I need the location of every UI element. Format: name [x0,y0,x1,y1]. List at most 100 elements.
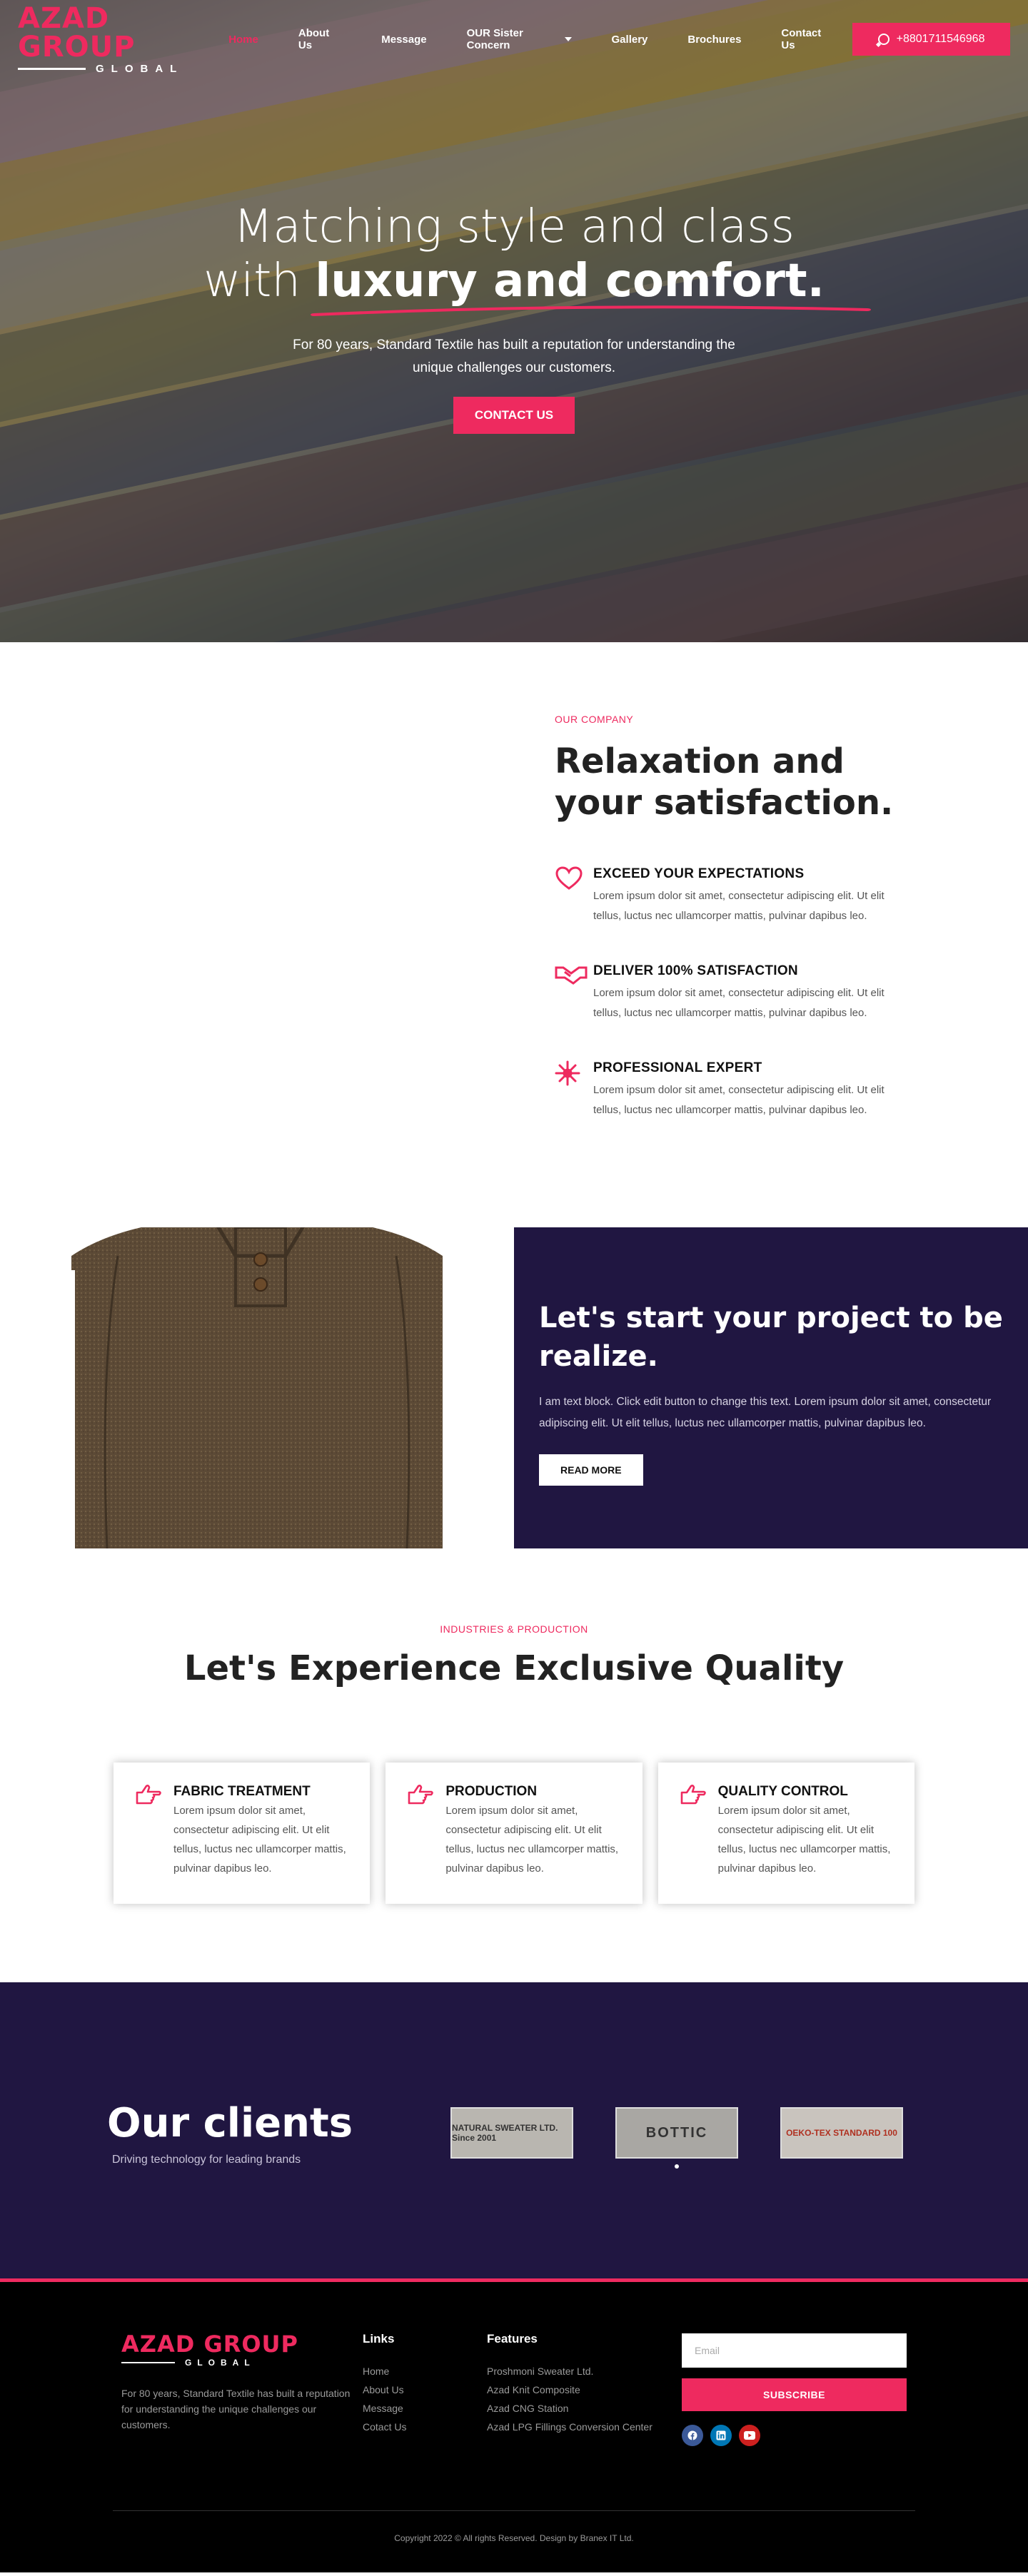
feature-item: DELIVER 100% SATISFACTION Lorem ipsum do… [555,963,926,1023]
sweater-image [71,1227,443,1548]
social-links [682,2425,760,2446]
footer-logo-subline: GLOBAL [121,2358,298,2368]
quality-card: FABRIC TREATMENT Lorem ipsum dolor sit a… [114,1763,371,1904]
feature-title: PROFESSIONAL EXPERT [593,1060,762,1075]
feature-text: Lorem ipsum dolor sit amet, consectetur … [593,987,885,1019]
hero-headline: Matching style and class with luxury and… [0,200,1028,316]
nav-gallery[interactable]: Gallery [592,34,668,46]
footer-logo-subtext: GLOBAL [185,2358,256,2368]
hand-point-right-icon [135,1784,163,1904]
read-more-button[interactable]: READ MORE [539,1454,643,1486]
email-field[interactable] [682,2333,907,2368]
logo-text: AZAD GROUP [18,1,136,64]
project-title: Let's start your project to be realize. [539,1302,1003,1373]
hero-line-2-prefix: with [203,255,301,308]
hero-section: AZAD GROUP GLOBAL Home About Us Message … [0,0,1028,642]
heart-icon [555,866,583,926]
client-logo[interactable]: NATURAL SWEATER LTD. Since 2001 [450,2107,573,2159]
hero-line-2: with luxury and comfort. [0,254,1028,316]
company-section: OUR COMPANY Relaxation and your satisfac… [0,642,1028,1227]
hero-highlight: luxury and comfort. [311,254,872,316]
feature-title: EXCEED YOUR EXPECTATIONS [593,866,805,881]
quality-section: INDUSTRIES & PRODUCTION Let's Experience… [0,1548,1028,1982]
project-text: I am text block. Click edit button to ch… [539,1396,992,1429]
facebook-icon[interactable] [682,2425,703,2446]
quality-title: Let's Experience Exclusive Quality [183,1648,845,1688]
client-logo[interactable]: OEKO-TEX STANDARD 100 [780,2107,903,2159]
footer-link-home[interactable]: Home [363,2362,406,2380]
phone-button[interactable]: +8801711546968 [852,23,1010,56]
client-logo[interactable]: BOTTIC [615,2107,738,2159]
footer-logo[interactable]: AZAD GROUP GLOBAL [121,2332,298,2368]
youtube-icon[interactable] [739,2425,760,2446]
footer-feature-link[interactable]: Azad CNG Station [487,2399,652,2418]
hero-line-1: Matching style and class [233,201,795,253]
logo-subtext: GLOBAL [96,62,184,75]
hero-highlight-text: luxury and comfort. [315,255,825,308]
footer-features-column: Features Proshmoni Sweater Ltd. Azad Kni… [487,2332,652,2436]
feature-item: PROFESSIONAL EXPERT Lorem ipsum dolor si… [555,1060,926,1120]
quality-card: PRODUCTION Lorem ipsum dolor sit amet, c… [386,1763,642,1904]
contact-us-button[interactable]: CONTACT US [453,397,575,434]
company-title: Relaxation and your satisfaction. [555,741,894,823]
footer-links-title: Links [363,2332,395,2346]
footer-feature-link[interactable]: Azad LPG Fillings Conversion Center [487,2418,652,2436]
card-title: QUALITY CONTROL [717,1784,848,1799]
nav-contact-us[interactable]: Contact Us [761,27,852,51]
nav-home[interactable]: Home [208,34,278,46]
project-panel: Let's start your project to be realize. … [514,1227,1028,1548]
top-nav: AZAD GROUP GLOBAL Home About Us Message … [0,0,1028,78]
card-title: PRODUCTION [445,1784,538,1799]
feature-title: DELIVER 100% SATISFACTION [593,963,798,978]
clients-title: Our clients [107,2100,353,2146]
footer-logo-divider [121,2362,175,2363]
main-menu: Home About Us Message OUR Sister Concern… [208,27,852,51]
quality-kicker: INDUSTRIES & PRODUCTION [440,1623,588,1635]
chevron-down-icon [564,37,572,41]
feature-item: EXCEED YOUR EXPECTATIONS Lorem ipsum dol… [555,866,926,926]
logo-divider [18,67,86,70]
card-text: Lorem ipsum dolor sit amet, consectetur … [717,1805,891,1875]
company-content: OUR COMPANY Relaxation and your satisfac… [555,714,926,1120]
linkedin-icon[interactable] [710,2425,732,2446]
footer-features-title: Features [487,2332,538,2346]
phone-number: +8801711546968 [896,33,985,45]
card-text: Lorem ipsum dolor sit amet, consectetur … [445,1805,619,1875]
footer-link-message[interactable]: Message [363,2399,406,2418]
quality-cards: FABRIC TREATMENT Lorem ipsum dolor sit a… [114,1763,914,1904]
footer-divider [113,2510,915,2511]
footer-logo-text: AZAD GROUP [121,2331,298,2358]
carousel-dot[interactable] [675,2164,679,2169]
company-kicker: OUR COMPANY [555,714,634,725]
subscribe-button[interactable]: SUBSCRIBE [682,2378,907,2411]
nav-sister-concern-label: OUR Sister Concern [466,27,523,51]
client-logo-text: BOTTIC [645,2124,708,2141]
nav-sister-concern[interactable]: OUR Sister Concern [447,27,592,51]
footer-about: For 80 years, Standard Textile has built… [121,2388,351,2430]
handshake-icon [555,963,588,1023]
footer-link-about[interactable]: About Us [363,2380,406,2399]
footer-link-contact[interactable]: Cotact Us [363,2418,406,2436]
card-text: Lorem ipsum dolor sit amet, consectetur … [173,1805,346,1875]
client-logo-text: OEKO-TEX STANDARD 100 [786,2128,897,2138]
project-section: Let's start your project to be realize. … [0,1227,1028,1548]
nav-about-us[interactable]: About Us [278,27,361,51]
hero-paragraph: For 80 years, Standard Textile has built… [293,338,735,375]
footer-links-column: Links Home About Us Message Cotact Us [363,2332,406,2436]
snowflake-icon [555,1060,583,1120]
footer-feature-link[interactable]: Azad Knit Composite [487,2380,652,2399]
card-title: FABRIC TREATMENT [173,1784,311,1799]
nav-brochures[interactable]: Brochures [667,34,761,46]
site-logo[interactable]: AZAD GROUP GLOBAL [18,4,191,75]
underline-swoosh [311,305,872,316]
hand-point-right-icon [680,1784,708,1904]
hand-point-right-icon [407,1784,435,1904]
clients-subtitle: Driving technology for leading brands [112,2154,301,2166]
site-footer: AZAD GROUP GLOBAL For 80 years, Standard… [0,2282,1028,2572]
hero-content: Matching style and class with luxury and… [0,200,1028,434]
nav-message[interactable]: Message [361,34,446,46]
quality-card: QUALITY CONTROL Lorem ipsum dolor sit am… [657,1763,914,1904]
whatsapp-icon [877,34,890,45]
footer-feature-link[interactable]: Proshmoni Sweater Ltd. [487,2362,652,2380]
feature-text: Lorem ipsum dolor sit amet, consectetur … [593,890,885,922]
